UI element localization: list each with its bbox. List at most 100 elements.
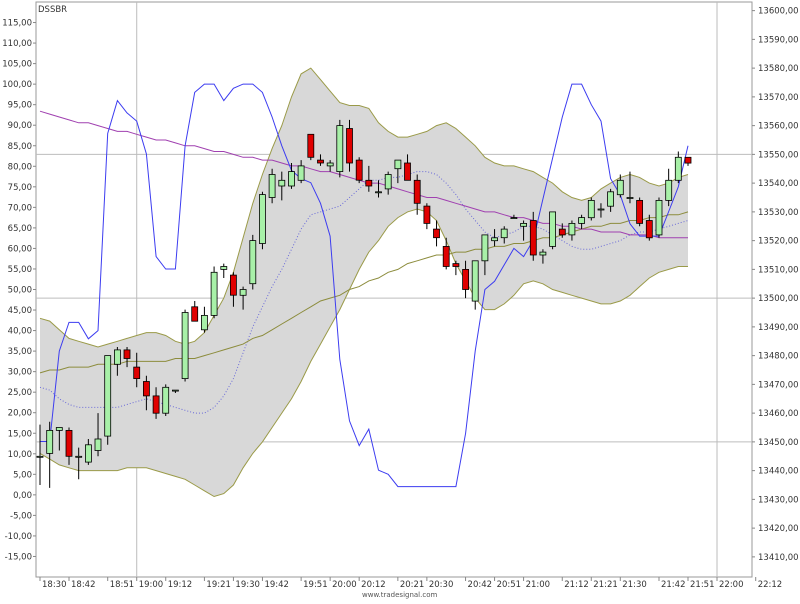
left-tick-label: 20,00: [8, 409, 32, 419]
right-tick-label: 13480,00: [758, 352, 799, 362]
right-tick-label: 13490,00: [758, 323, 799, 333]
time-tick-label: 21:21: [593, 580, 618, 590]
candle-body-up: [578, 217, 585, 224]
right-tick-label: 13430,00: [758, 495, 799, 505]
candle-body-up: [549, 211, 556, 247]
candle-body-down: [365, 179, 373, 187]
candle-body-up: [568, 222, 576, 236]
candle-body-up: [94, 438, 102, 451]
candle-body-up: [162, 386, 170, 414]
candle-body-up: [114, 349, 121, 365]
candle-body-up: [326, 162, 334, 167]
candle-body-down: [317, 159, 324, 164]
candle-body-up: [539, 251, 547, 256]
time-tick-label: 19:21: [206, 580, 231, 590]
candle-body-up: [200, 314, 208, 331]
time-tick-label: 19:30: [235, 580, 260, 590]
candle-body-down: [404, 162, 411, 181]
candle-body-up: [55, 427, 63, 431]
candle-body-up: [481, 234, 489, 262]
right-tick-label: 13530,00: [758, 208, 799, 218]
time-tick-label: 19:00: [139, 580, 164, 590]
left-tick-label: 45,00: [8, 306, 32, 316]
right-tick-label: 13510,00: [758, 265, 799, 275]
candle-body-up: [181, 312, 189, 379]
right-tick-label: 13450,00: [758, 438, 799, 448]
candle-body-up: [520, 222, 527, 227]
time-tick-label: 21:42: [661, 580, 686, 590]
candle-body-up: [510, 217, 518, 220]
candle: [636, 197, 643, 227]
time-tick-label: 19:42: [264, 580, 289, 590]
time-tick-label: 22:00: [719, 580, 744, 590]
time-tick-label: 20:00: [332, 580, 357, 590]
candle-body-down: [636, 199, 643, 224]
right-tick-label: 13550,00: [758, 150, 799, 160]
left-tick-label: 35,00: [8, 347, 32, 357]
candle-body-up: [471, 260, 479, 302]
right-tick-label: 13460,00: [758, 409, 799, 419]
right-tick-label: 13420,00: [758, 524, 799, 534]
time-tick-label: 21:51: [690, 580, 715, 590]
candle-body-up: [258, 194, 266, 244]
time-tick-label: 19:12: [168, 580, 193, 590]
left-tick-label: 100,00: [2, 80, 32, 90]
right-tick-label: 13560,00: [758, 122, 799, 132]
right-tick-label: 13520,00: [758, 237, 799, 247]
left-tick-label: 70,00: [8, 203, 32, 213]
candle-body-up: [384, 174, 392, 190]
time-tick-label: 20:42: [468, 580, 493, 590]
time-tick-label: 21:30: [622, 580, 647, 590]
candle-body-up: [607, 191, 614, 207]
candle: [655, 197, 663, 238]
left-tick-label: 15,00: [8, 429, 32, 439]
time-tick-label: 20:21: [400, 580, 425, 590]
candle: [249, 234, 257, 290]
left-tick-label: 30,00: [8, 368, 32, 378]
candle-body-down: [442, 245, 450, 267]
left-tick-label: 80,00: [8, 162, 32, 172]
left-tick-label: 110,00: [2, 39, 32, 49]
candlestick-chart: 115,00 110,00 105,00 100,00 95,00 90,00 85,00 8…: [0, 0, 800, 600]
left-tick-label: -15,00: [5, 552, 32, 562]
right-tick-label: 13570,00: [758, 93, 799, 103]
candle-body-up: [491, 237, 499, 242]
candle-body-up: [375, 191, 382, 194]
time-tick-label: 21:12: [564, 580, 589, 590]
candle-body-down: [355, 159, 363, 181]
time-tick-label: 20:12: [361, 580, 386, 590]
left-tick-label: 90,00: [8, 121, 32, 131]
chart-container: 115,00 110,00 105,00 100,00 95,00 90,00 85,00 8…: [0, 0, 800, 600]
candle: [104, 355, 112, 445]
candle: [210, 266, 218, 319]
candle-body-up: [104, 355, 112, 437]
candle-body-up: [46, 429, 54, 454]
candle-body-down: [645, 220, 653, 239]
left-tick-label: 75,00: [8, 183, 32, 193]
left-tick-label: 50,00: [8, 286, 32, 296]
candle-body-up: [665, 179, 673, 201]
candle-body-down: [529, 220, 537, 256]
candle-body-down: [307, 133, 315, 158]
candle-body-down: [413, 179, 421, 204]
candle-body-up: [500, 228, 508, 239]
left-tick-label: 105,00: [2, 60, 32, 70]
time-tick-label: 18:30: [42, 580, 67, 590]
candle-body-down: [452, 263, 460, 267]
left-tick-label: 55,00: [8, 265, 32, 275]
candle-body-down: [191, 306, 199, 322]
right-tick-label: 13590,00: [758, 35, 799, 45]
candle-body-down: [433, 228, 440, 239]
candle-body-down: [229, 274, 237, 296]
time-tick-label: 21:00: [526, 580, 551, 590]
left-tick-label: 115,00: [2, 19, 32, 29]
candle: [162, 384, 170, 416]
candle-body-down: [65, 429, 73, 457]
candle-body-down: [423, 205, 431, 224]
candle-body-up: [36, 455, 44, 458]
candle: [181, 309, 189, 382]
candle-body-up: [655, 199, 663, 236]
time-tick-label: 20:30: [429, 580, 454, 590]
time-tick-label: 18:42: [71, 580, 96, 590]
candle: [549, 211, 556, 250]
